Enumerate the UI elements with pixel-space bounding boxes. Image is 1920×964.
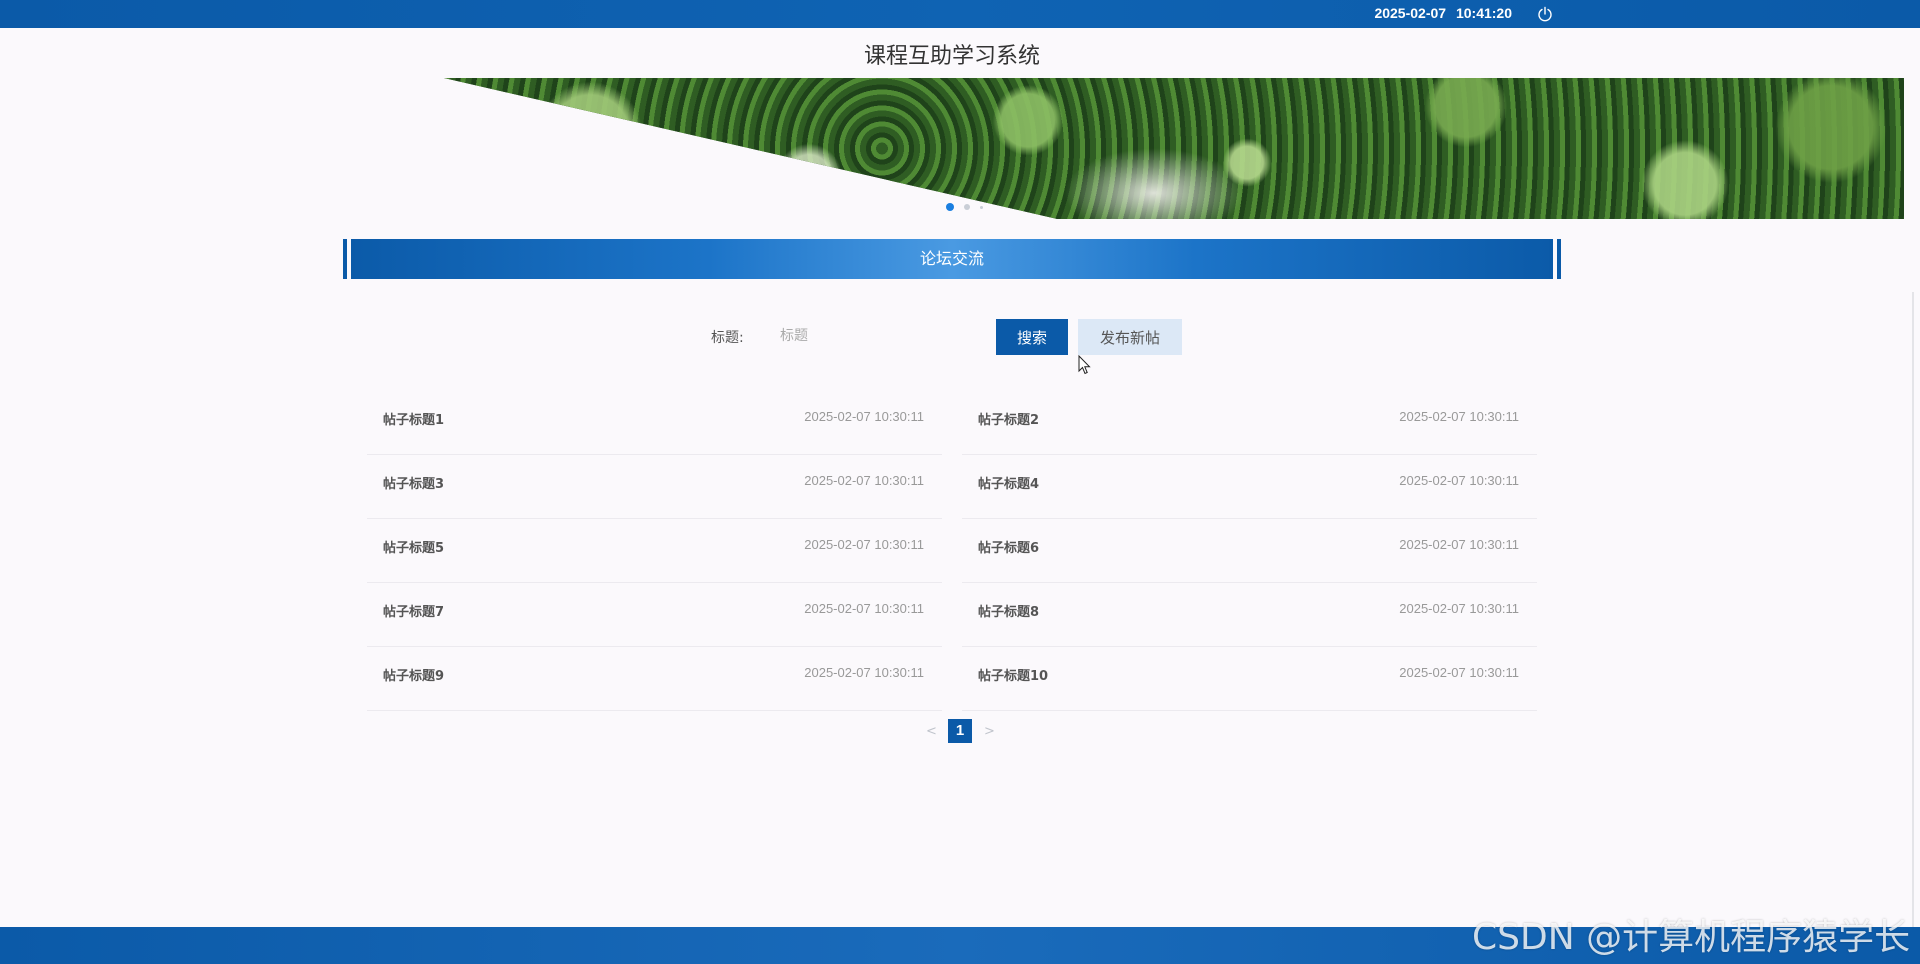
post-time: 2025-02-07 10:30:11 <box>1399 409 1519 424</box>
pagination: < 1 > <box>926 719 995 743</box>
new-post-button[interactable]: 发布新帖 <box>1078 319 1182 355</box>
post-time: 2025-02-07 10:30:11 <box>804 665 924 680</box>
post-title[interactable]: 帖子标题6 <box>978 537 1039 556</box>
post-list: 帖子标题1 2025-02-07 10:30:11 帖子标题2 2025-02-07… <box>367 391 1537 711</box>
current-date: 2025-02-07 <box>1374 5 1447 21</box>
current-datetime: 2025-02-07 10:41:20 <box>1374 5 1512 21</box>
prev-page-button[interactable]: < <box>926 724 937 739</box>
post-time: 2025-02-07 10:30:11 <box>804 409 924 424</box>
post-item[interactable]: 帖子标题4 2025-02-07 10:30:11 <box>962 455 1537 519</box>
title-search-input[interactable] <box>772 320 982 352</box>
post-time: 2025-02-07 10:30:11 <box>804 473 924 488</box>
carousel-dot-2[interactable] <box>964 204 970 210</box>
post-time: 2025-02-07 10:30:11 <box>804 537 924 552</box>
search-label: 标题: <box>711 330 744 346</box>
carousel-indicators <box>946 203 983 211</box>
search-button[interactable]: 搜索 <box>996 319 1068 355</box>
power-icon[interactable] <box>1537 6 1553 22</box>
watermark: CSDN @计算机程序猿学长 <box>1472 917 1911 958</box>
post-time: 2025-02-07 10:30:11 <box>1399 601 1519 616</box>
post-title[interactable]: 帖子标题9 <box>383 665 444 684</box>
post-title[interactable]: 帖子标题3 <box>383 473 444 492</box>
post-title[interactable]: 帖子标题1 <box>383 409 444 428</box>
current-time: 10:41:20 <box>1455 5 1512 21</box>
page-number-current[interactable]: 1 <box>948 719 972 743</box>
post-time: 2025-02-07 10:30:11 <box>1399 473 1519 488</box>
site-title: 课程互助学习系统 <box>863 44 1040 69</box>
mouse-cursor-icon <box>1078 354 1092 375</box>
post-title[interactable]: 帖子标题5 <box>383 537 444 556</box>
post-item[interactable]: 帖子标题1 2025-02-07 10:30:11 <box>367 391 942 455</box>
post-item[interactable]: 帖子标题2 2025-02-07 10:30:11 <box>962 391 1537 455</box>
post-title[interactable]: 帖子标题8 <box>978 601 1039 620</box>
section-title: 论坛交流 <box>919 249 984 268</box>
post-time: 2025-02-07 10:30:11 <box>1399 537 1519 552</box>
carousel-dot-1[interactable] <box>946 203 954 211</box>
section-header: 论坛交流 <box>343 239 1561 279</box>
post-item[interactable]: 帖子标题7 2025-02-07 10:30:11 <box>367 583 942 647</box>
banner-carousel-image[interactable] <box>444 78 1904 219</box>
top-bar: 2025-02-07 10:41:20 <box>0 0 1920 28</box>
post-item[interactable]: 帖子标题8 2025-02-07 10:30:11 <box>962 583 1537 647</box>
post-item[interactable]: 帖子标题5 2025-02-07 10:30:11 <box>367 519 942 583</box>
scrollbar[interactable] <box>1912 292 1914 927</box>
post-title[interactable]: 帖子标题4 <box>978 473 1039 492</box>
post-time: 2025-02-07 10:30:11 <box>804 601 924 616</box>
post-item[interactable]: 帖子标题3 2025-02-07 10:30:11 <box>367 455 942 519</box>
post-title[interactable]: 帖子标题2 <box>978 409 1039 428</box>
post-item[interactable]: 帖子标题10 2025-02-07 10:30:11 <box>962 647 1537 711</box>
post-item[interactable]: 帖子标题6 2025-02-07 10:30:11 <box>962 519 1537 583</box>
post-title[interactable]: 帖子标题10 <box>978 665 1048 684</box>
next-page-button[interactable]: > <box>984 724 995 739</box>
post-item[interactable]: 帖子标题9 2025-02-07 10:30:11 <box>367 647 942 711</box>
carousel-dot-3[interactable] <box>980 205 983 209</box>
post-title[interactable]: 帖子标题7 <box>383 601 444 620</box>
post-time: 2025-02-07 10:30:11 <box>1399 665 1519 680</box>
